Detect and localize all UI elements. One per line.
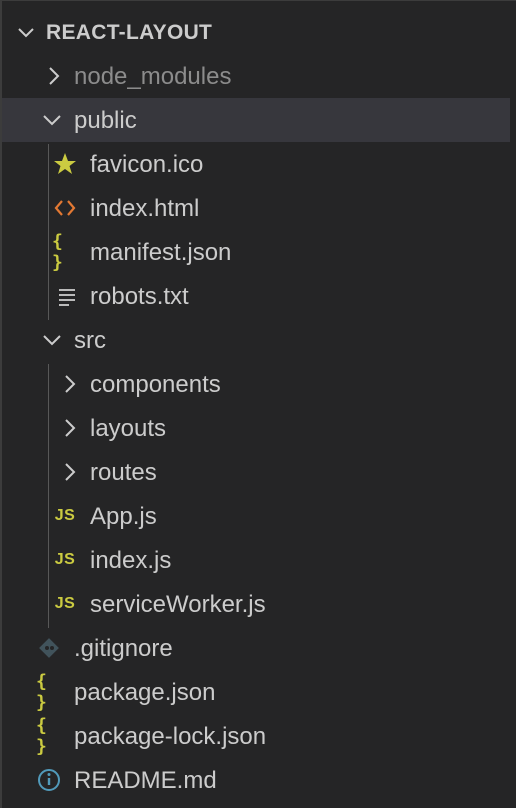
tree-item-service-worker-js[interactable]: JS serviceWorker.js bbox=[2, 582, 510, 626]
text-file-icon bbox=[59, 289, 75, 306]
tree-item-label: manifest.json bbox=[90, 239, 232, 266]
tree-item-label: layouts bbox=[90, 415, 167, 442]
chevron-right-icon bbox=[49, 67, 60, 85]
tree-item-label: index.js bbox=[90, 547, 172, 574]
tree-item-label: src bbox=[74, 327, 106, 354]
html-icon bbox=[54, 200, 76, 216]
json-icon: { } bbox=[52, 231, 64, 273]
tree-item-gitignore[interactable]: .gitignore bbox=[2, 626, 510, 670]
project-title: REACT-LAYOUT bbox=[46, 21, 213, 44]
git-icon bbox=[39, 638, 59, 658]
tree-item-label: routes bbox=[90, 459, 157, 486]
tree-item-components[interactable]: components bbox=[2, 362, 510, 406]
json-icon: { } bbox=[36, 715, 48, 757]
chevron-right-icon bbox=[65, 463, 76, 481]
chevron-down-icon bbox=[18, 28, 34, 38]
tree-item-label: components bbox=[90, 371, 221, 398]
js-icon: JS bbox=[54, 507, 76, 524]
tree-item-readme-md[interactable]: README.md bbox=[2, 758, 510, 802]
chevron-down-icon bbox=[43, 335, 61, 346]
tree-item-public[interactable]: public bbox=[2, 98, 510, 142]
tree-item-node-modules[interactable]: node_modules bbox=[2, 54, 510, 98]
json-icon: { } bbox=[36, 671, 48, 713]
tree-item-label: README.md bbox=[74, 767, 217, 794]
tree-item-favicon[interactable]: favicon.ico bbox=[2, 142, 510, 186]
tree-item-label: package.json bbox=[74, 679, 216, 706]
tree-item-package-lock-json[interactable]: { } package-lock.json bbox=[2, 714, 510, 758]
tree-item-label: package-lock.json bbox=[74, 723, 267, 750]
tree-item-label: favicon.ico bbox=[90, 151, 204, 178]
tree-item-label: node_modules bbox=[74, 63, 232, 90]
tree-item-src[interactable]: src bbox=[2, 318, 510, 362]
tree-item-manifest-json[interactable]: { } manifest.json bbox=[2, 230, 510, 274]
tree-item-label: index.html bbox=[90, 195, 200, 222]
tree-item-index-js[interactable]: JS index.js bbox=[2, 538, 510, 582]
tree-item-routes[interactable]: routes bbox=[2, 450, 510, 494]
tree-item-label: App.js bbox=[90, 503, 157, 530]
tree-item-robots-txt[interactable]: robots.txt bbox=[2, 274, 510, 318]
chevron-down-icon bbox=[43, 115, 61, 126]
chevron-right-icon bbox=[65, 419, 76, 437]
file-explorer: REACT-LAYOUT node_modules public favicon… bbox=[0, 0, 516, 808]
tree-item-index-html[interactable]: index.html bbox=[2, 186, 510, 230]
tree-item-label: robots.txt bbox=[90, 283, 189, 310]
tree-item-label: public bbox=[74, 107, 137, 134]
js-icon: JS bbox=[54, 595, 76, 612]
tree-item-app-js[interactable]: JS App.js bbox=[2, 494, 510, 538]
explorer-section-header[interactable]: REACT-LAYOUT bbox=[2, 11, 516, 55]
tree-item-layouts[interactable]: layouts bbox=[2, 406, 510, 450]
tree-item-label: .gitignore bbox=[74, 635, 173, 662]
star-icon bbox=[54, 153, 76, 174]
js-icon: JS bbox=[54, 551, 76, 568]
tree-item-label: serviceWorker.js bbox=[90, 591, 266, 618]
info-icon bbox=[38, 769, 60, 791]
tree-item-package-json[interactable]: { } package.json bbox=[2, 670, 510, 714]
chevron-right-icon bbox=[65, 375, 76, 393]
